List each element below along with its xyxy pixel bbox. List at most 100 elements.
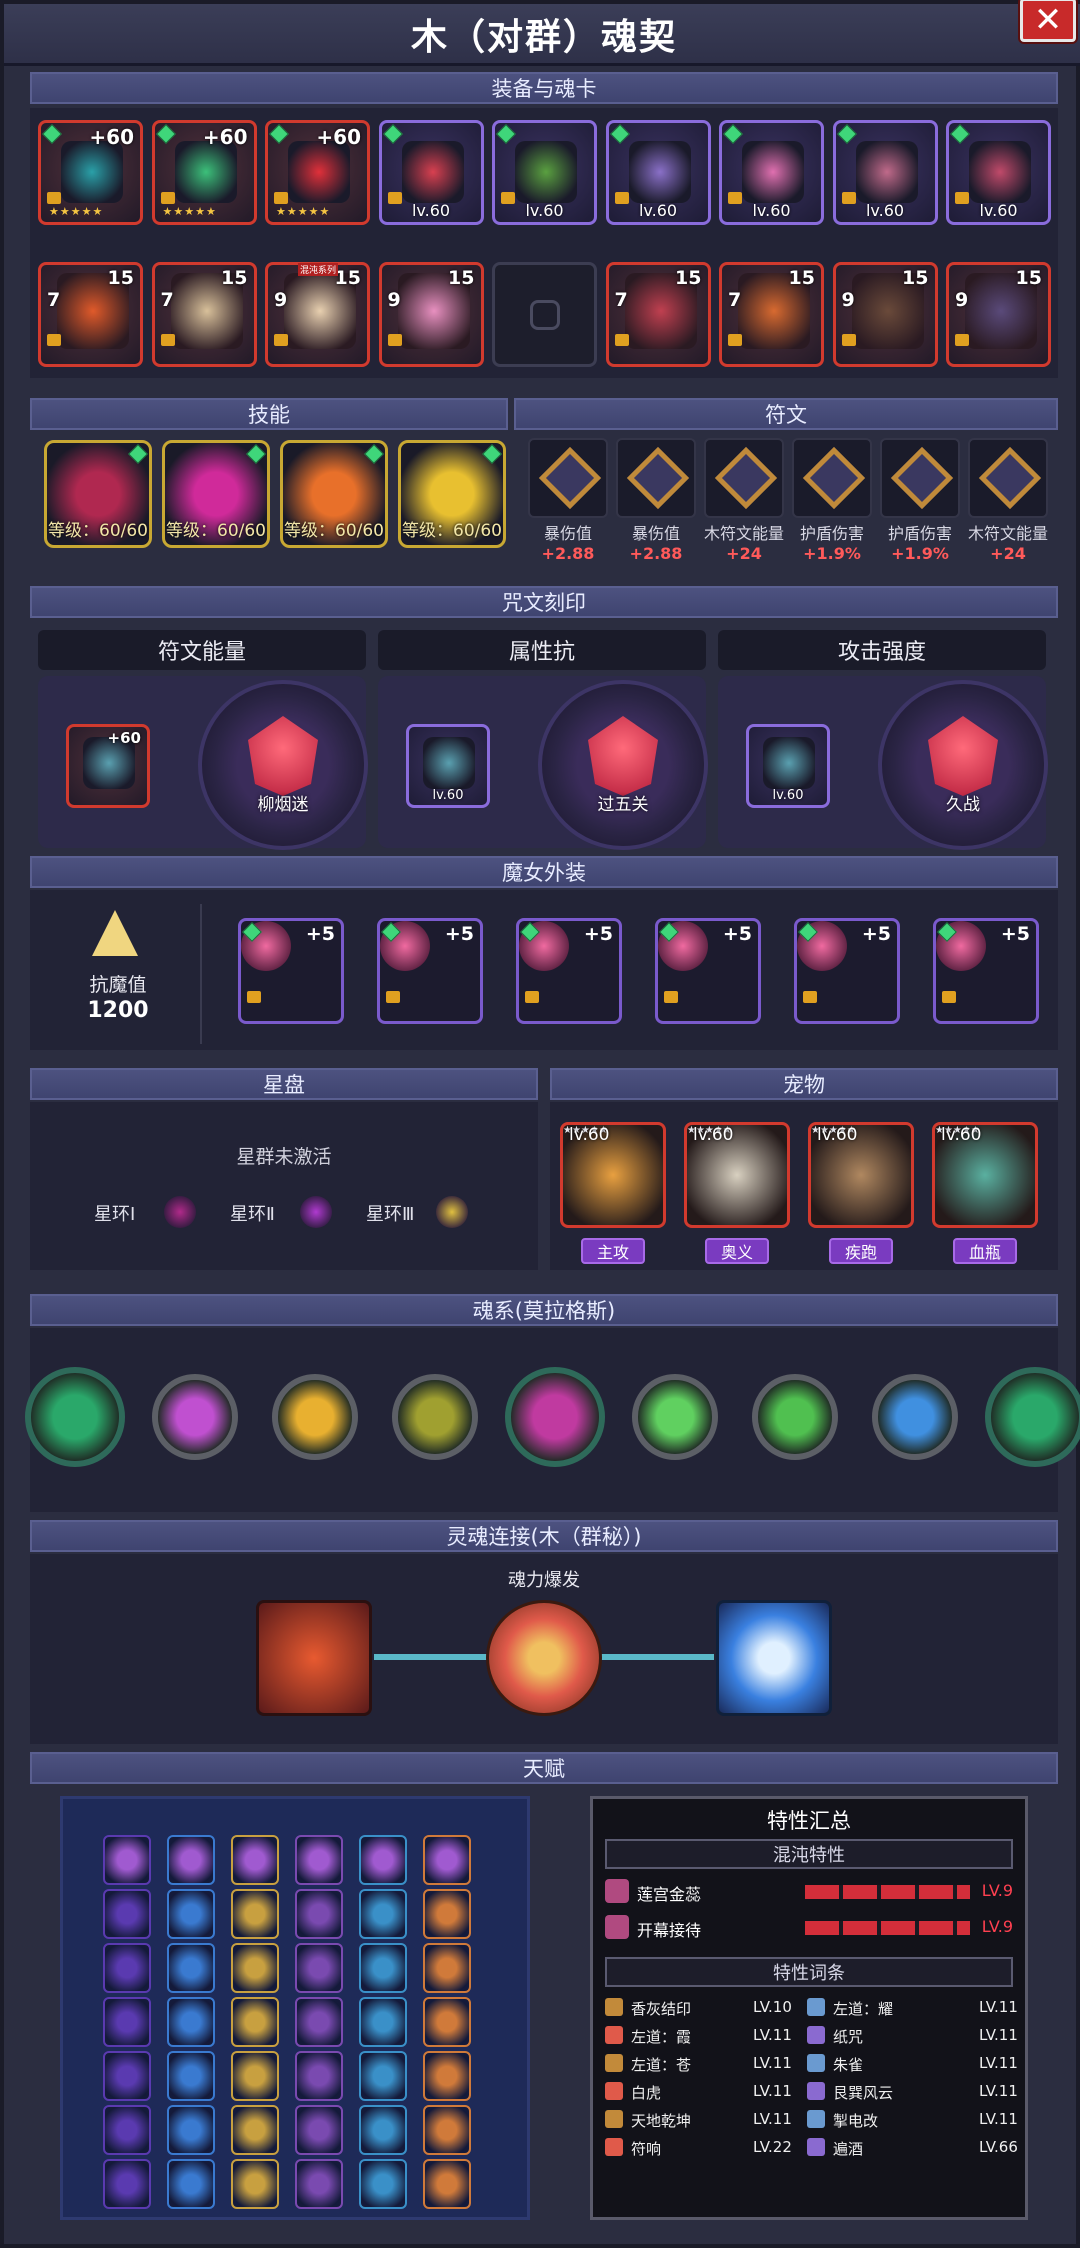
soul-orb[interactable] — [985, 1367, 1080, 1467]
soul-orb[interactable] — [872, 1374, 958, 1460]
talent-node[interactable] — [103, 2105, 151, 2155]
talent-node[interactable] — [423, 2159, 471, 2209]
skill-slot[interactable]: 等级：60/60 — [162, 440, 270, 548]
soul-link-node-shield[interactable] — [486, 1600, 602, 1716]
soul-card[interactable]: 15 7 — [151, 262, 257, 367]
talent-node[interactable] — [167, 1943, 215, 1993]
rune-slot[interactable] — [880, 438, 960, 518]
talent-node[interactable] — [231, 1889, 279, 1939]
soul-card[interactable]: 15 9 — [378, 262, 484, 367]
talent-node[interactable] — [167, 2105, 215, 2155]
soul-link-node-flame[interactable] — [256, 1600, 372, 1716]
soul-link-node-clock[interactable] — [716, 1600, 832, 1716]
equipment-slot[interactable]: lv.60 — [946, 120, 1051, 225]
sun-icon[interactable] — [436, 1196, 468, 1228]
talent-node[interactable] — [295, 2051, 343, 2101]
talent-node[interactable] — [359, 1943, 407, 1993]
talent-node[interactable] — [167, 2051, 215, 2101]
soul-card[interactable]: 15 7 — [719, 262, 824, 367]
soul-orb[interactable] — [152, 1374, 238, 1460]
soul-card[interactable]: 15 9 — [946, 262, 1051, 367]
talent-node[interactable] — [295, 2159, 343, 2209]
rune-slot[interactable] — [528, 438, 608, 518]
talent-node[interactable] — [359, 2051, 407, 2101]
costume-slot[interactable]: +5 — [238, 918, 344, 1024]
skill-slot[interactable]: 等级：60/60 — [44, 440, 152, 548]
talent-node[interactable] — [231, 1943, 279, 1993]
talent-node[interactable] — [423, 2105, 471, 2155]
talent-node[interactable] — [231, 1835, 279, 1885]
talent-node[interactable] — [167, 1889, 215, 1939]
talent-node[interactable] — [167, 2159, 215, 2209]
talent-node[interactable] — [359, 2105, 407, 2155]
pet-slot[interactable]: lv.60 ★★★★★ — [560, 1122, 666, 1228]
talent-node[interactable] — [295, 1943, 343, 1993]
soul-orb[interactable] — [752, 1374, 838, 1460]
soul-card[interactable]: 15 7 — [38, 262, 143, 367]
lock-icon — [247, 991, 261, 1003]
talent-node[interactable] — [359, 2159, 407, 2209]
talent-node[interactable] — [231, 2051, 279, 2101]
pet-slot[interactable]: lv.60 ★★★★★ — [684, 1122, 790, 1228]
talent-node[interactable] — [295, 1835, 343, 1885]
talent-node[interactable] — [103, 1943, 151, 1993]
talent-node[interactable] — [423, 1835, 471, 1885]
equipment-slot[interactable]: +60 ★★★★★ — [38, 120, 143, 225]
talent-node[interactable] — [103, 2159, 151, 2209]
engrave-item[interactable]: lv.60 — [406, 724, 490, 808]
talent-node[interactable] — [359, 1997, 407, 2047]
equipment-slot[interactable]: +60 ★★★★★ — [265, 120, 370, 225]
talent-node[interactable] — [103, 2051, 151, 2101]
talent-node[interactable] — [167, 1997, 215, 2047]
equipment-slot[interactable]: lv.60 — [605, 120, 711, 225]
costume-slot[interactable]: +5 — [655, 918, 761, 1024]
costume-slot[interactable]: +5 — [794, 918, 900, 1024]
talent-node[interactable] — [295, 1889, 343, 1939]
soul-card[interactable]: 15 9 混沌系列 — [265, 262, 370, 367]
costume-slot[interactable]: +5 — [933, 918, 1039, 1024]
rune-slot[interactable] — [616, 438, 696, 518]
rune-slot[interactable] — [704, 438, 784, 518]
talent-node[interactable] — [423, 1943, 471, 1993]
talent-node[interactable] — [167, 1835, 215, 1885]
soul-orb[interactable] — [505, 1367, 605, 1467]
engrave-item[interactable]: lv.60 — [746, 724, 830, 808]
equipment-slot[interactable]: lv.60 — [378, 120, 484, 225]
rune-slot[interactable] — [792, 438, 872, 518]
talent-node[interactable] — [103, 1889, 151, 1939]
talent-node[interactable] — [359, 1835, 407, 1885]
rune-slot[interactable] — [968, 438, 1048, 518]
skill-slot[interactable]: 等级：60/60 — [398, 440, 506, 548]
talent-node[interactable] — [231, 1997, 279, 2047]
soul-orb[interactable] — [632, 1374, 718, 1460]
costume-slot[interactable]: +5 — [516, 918, 622, 1024]
talent-node[interactable] — [423, 1889, 471, 1939]
equipment-slot[interactable]: lv.60 — [719, 120, 824, 225]
talent-node[interactable] — [295, 1997, 343, 2047]
talent-node[interactable] — [295, 2105, 343, 2155]
pet-slot[interactable]: lv.60 ★★★★★ — [808, 1122, 914, 1228]
soul-card[interactable]: 15 7 — [605, 262, 711, 367]
costume-slot[interactable]: +5 — [377, 918, 483, 1024]
talent-node[interactable] — [423, 2051, 471, 2101]
enhance-level: +60 — [202, 125, 248, 149]
engrave-item[interactable]: +60 — [66, 724, 150, 808]
talent-node[interactable] — [231, 2159, 279, 2209]
talent-node[interactable] — [359, 1889, 407, 1939]
equipment-slot[interactable]: lv.60 — [492, 120, 597, 225]
soul-orb[interactable] — [272, 1374, 358, 1460]
bird-icon[interactable] — [164, 1196, 196, 1228]
talent-node[interactable] — [423, 1997, 471, 2047]
pet-slot[interactable]: lv.60 ★★★★★ — [932, 1122, 1038, 1228]
skill-slot[interactable]: 等级：60/60 — [280, 440, 388, 548]
talent-node[interactable] — [231, 2105, 279, 2155]
equipment-slot[interactable]: lv.60 — [832, 120, 938, 225]
soul-orb[interactable] — [25, 1367, 125, 1467]
talent-node[interactable] — [103, 1997, 151, 2047]
moon-icon[interactable] — [300, 1196, 332, 1228]
talent-node[interactable] — [103, 1835, 151, 1885]
close-button[interactable]: ✕ — [1020, 0, 1076, 42]
equipment-slot[interactable]: +60 ★★★★★ — [151, 120, 257, 225]
soul-card[interactable]: 15 9 — [832, 262, 938, 367]
soul-orb[interactable] — [392, 1374, 478, 1460]
